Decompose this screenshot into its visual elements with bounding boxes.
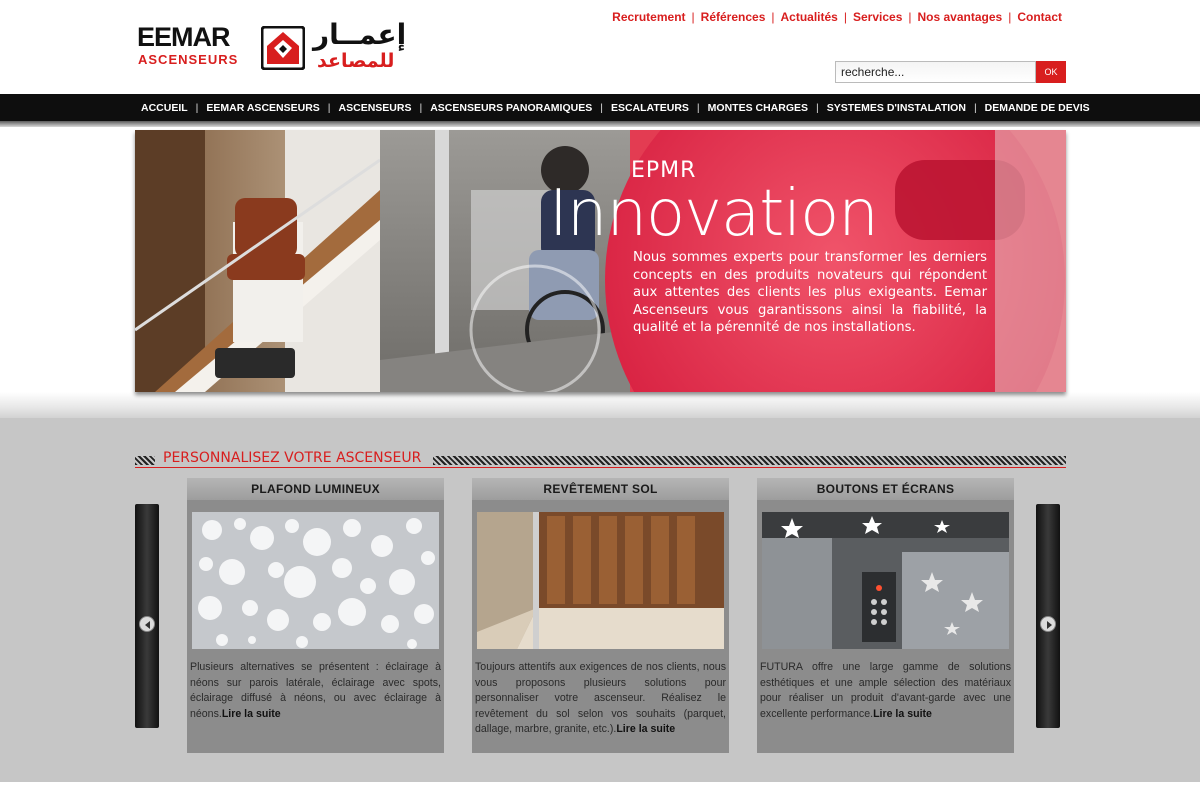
- card-revetement-sol: REVÊTEMENT SOL Toujours attentifs aux ex…: [472, 478, 729, 753]
- hero-banner[interactable]: EPMR Innovation Nous sommes experts pour…: [135, 130, 1066, 392]
- nav-item-ascenseurs-panoramiques[interactable]: ASCENSEURS PANORAMIQUES: [430, 102, 592, 114]
- section-title: PERSONNALISEZ VOTRE ASCENSEUR: [163, 450, 422, 466]
- nav-item-accueil[interactable]: ACCUEIL: [141, 102, 188, 114]
- nav-separator: |: [327, 101, 331, 114]
- logo-latin-sub: ASCENSEURS: [138, 52, 239, 67]
- link-separator: |: [771, 10, 775, 24]
- search-input[interactable]: [835, 61, 1036, 83]
- main-nav: ACCUEIL | EEMAR ASCENSEURS | ASCENSEURS …: [0, 94, 1200, 121]
- logo-arabic-sub: للمصاعد: [317, 50, 395, 72]
- link-actualites[interactable]: Actualités: [781, 10, 838, 24]
- banner-title: Innovation: [549, 177, 879, 251]
- search-box: OK: [835, 61, 1066, 83]
- search-ok-button[interactable]: OK: [1036, 61, 1066, 83]
- link-references[interactable]: Références: [701, 10, 766, 24]
- link-separator: |: [1008, 10, 1012, 24]
- read-more-link[interactable]: Lire la suite: [873, 708, 932, 720]
- logo-emblem-icon: [261, 26, 305, 70]
- link-contact[interactable]: Contact: [1017, 10, 1062, 24]
- logo-latin-name: EEMAR: [137, 22, 231, 52]
- eemar-logo[interactable]: EEMAR ASCENSEURS إعمــار للمصاعد: [137, 20, 442, 74]
- link-separator: |: [908, 10, 912, 24]
- card-description: Toujours attentifs aux exigences de nos …: [475, 660, 726, 738]
- card-image[interactable]: [762, 512, 1009, 649]
- read-more-link[interactable]: Lire la suite: [222, 708, 281, 720]
- logo-arabic-name: إعمــار: [313, 18, 407, 51]
- card-title[interactable]: PLAFOND LUMINEUX: [187, 478, 444, 500]
- card-image[interactable]: [192, 512, 439, 649]
- bottom-strip: [0, 782, 1200, 800]
- nav-item-demande-de-devis[interactable]: DEMANDE DE DEVIS: [985, 102, 1090, 114]
- nav-item-eemar-ascenseurs[interactable]: EEMAR ASCENSEURS: [206, 102, 319, 114]
- carousel-next[interactable]: [1036, 504, 1060, 728]
- nav-separator: |: [816, 101, 819, 114]
- link-recrutement[interactable]: Recrutement: [612, 10, 685, 24]
- card-boutons-ecrans: BOUTONS ET ÉCRANS FUTURA offre une large…: [757, 478, 1014, 753]
- card-plafond-lumineux: PLAFOND LUMINEUX Plusieurs alternatives …: [187, 478, 444, 753]
- boutons-ecrans-image: [762, 512, 1009, 649]
- card-image[interactable]: [477, 512, 724, 649]
- nav-separator: |: [600, 101, 603, 114]
- link-separator: |: [843, 10, 847, 24]
- nav-item-ascenseurs[interactable]: ASCENSEURS: [339, 102, 412, 114]
- nav-separator: |: [195, 101, 199, 114]
- top-links: Recrutement | Références | Actualités | Servic…: [612, 10, 1062, 24]
- link-separator: |: [691, 10, 695, 24]
- section-title-hatch: [135, 456, 155, 465]
- read-more-link[interactable]: Lire la suite: [616, 723, 675, 735]
- banner-text: Nous sommes experts pour transformer les…: [633, 250, 987, 336]
- card-description: Plusieurs alternatives se présentent : é…: [190, 660, 441, 722]
- carousel-prev[interactable]: [135, 504, 159, 728]
- nav-separator: |: [419, 101, 423, 114]
- card-title[interactable]: BOUTONS ET ÉCRANS: [757, 478, 1014, 500]
- card-text: Toujours attentifs aux exigences de nos …: [475, 661, 726, 735]
- plafond-lumineux-image: [192, 512, 439, 649]
- link-nos-avantages[interactable]: Nos avantages: [918, 10, 1003, 24]
- nav-item-montes-charges[interactable]: MONTES CHARGES: [708, 102, 808, 114]
- site-header: EEMAR ASCENSEURS إعمــار للمصاعد Recrute…: [0, 0, 1200, 94]
- revetement-sol-image: [477, 512, 724, 649]
- section-title-underline: [135, 467, 1066, 468]
- arrow-left-icon[interactable]: [139, 616, 155, 632]
- nav-item-escalateurs[interactable]: ESCALATEURS: [611, 102, 689, 114]
- nav-item-systemes-installation[interactable]: SYSTEMES D'INSTALATION: [827, 102, 966, 114]
- arrow-right-icon[interactable]: [1040, 616, 1056, 632]
- card-description: FUTURA offre une large gamme de solution…: [760, 660, 1011, 722]
- link-services[interactable]: Services: [853, 10, 902, 24]
- nav-separator: |: [696, 101, 700, 114]
- nav-separator: |: [973, 101, 977, 114]
- section-title-hatch: [433, 456, 1066, 465]
- card-title[interactable]: REVÊTEMENT SOL: [472, 478, 729, 500]
